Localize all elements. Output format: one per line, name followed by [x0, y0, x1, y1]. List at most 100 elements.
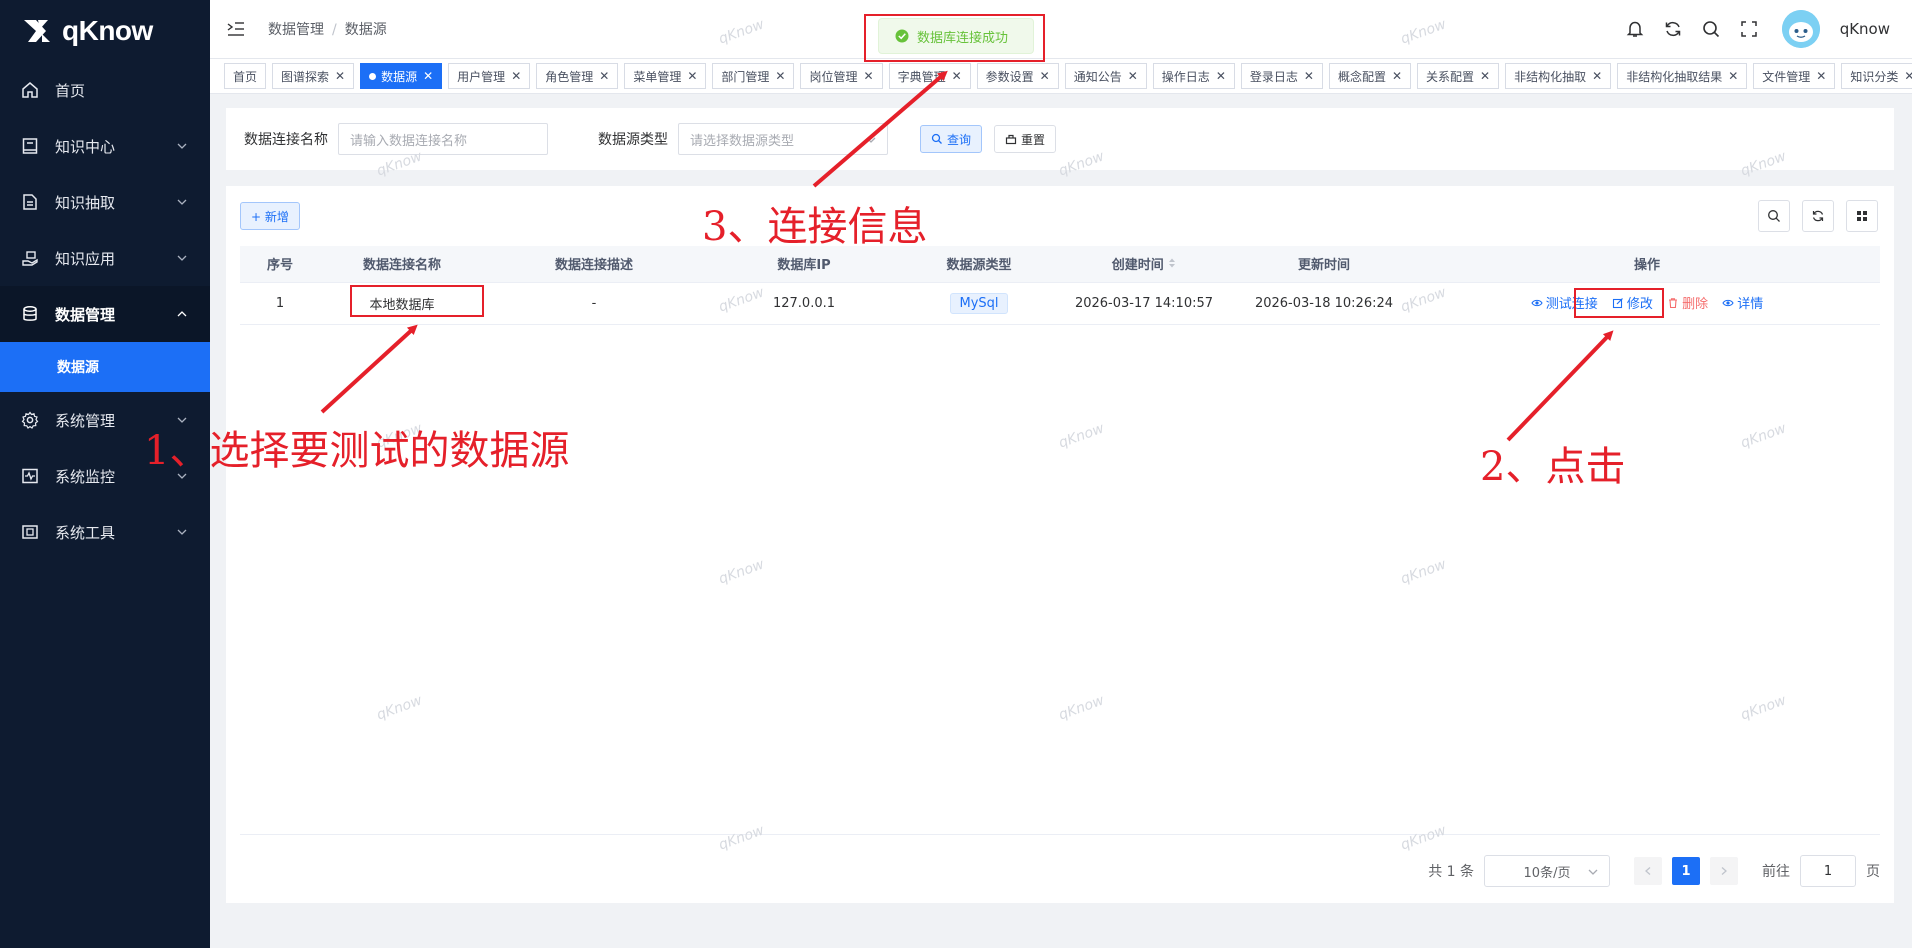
close-icon[interactable]: ✕	[1216, 69, 1226, 83]
tab-tag[interactable]: 用户管理 ✕	[448, 63, 531, 89]
sidebar-item-home[interactable]: 首页	[0, 62, 210, 118]
delete-link[interactable]: 删除	[1667, 293, 1708, 312]
close-icon[interactable]: ✕	[335, 69, 345, 83]
breadcrumb-item[interactable]: 数据管理	[268, 22, 324, 38]
table-bottom-divider	[240, 834, 1880, 835]
column-header-sortable[interactable]: 创建时间	[1054, 246, 1234, 283]
detail-link[interactable]: 详情	[1722, 293, 1763, 312]
tab-tag[interactable]: 非结构化抽取结果 ✕	[1617, 63, 1748, 89]
tab-tag[interactable]: 文件管理 ✕	[1753, 63, 1836, 89]
column-header: 数据连接名称	[320, 246, 484, 283]
cell-type: MySql	[904, 282, 1054, 325]
add-button[interactable]: + 新增	[240, 202, 300, 230]
close-icon[interactable]: ✕	[1304, 69, 1314, 83]
column-header-label: 创建时间	[1111, 258, 1164, 274]
close-icon[interactable]: ✕	[1592, 69, 1602, 83]
tab-tag[interactable]: 字典管理 ✕	[888, 63, 971, 89]
sidebar-item-label: 知识应用	[55, 249, 116, 268]
tab-tag[interactable]: 菜单管理 ✕	[624, 63, 707, 89]
name-filter-input[interactable]: 请输入数据连接名称	[338, 123, 548, 155]
chevron-right-icon	[1721, 867, 1727, 875]
hand-icon	[20, 248, 40, 268]
tab-tag[interactable]: 通知公告 ✕	[1064, 63, 1147, 89]
tab-tag[interactable]: 首页	[224, 63, 267, 89]
close-icon[interactable]: ✕	[952, 69, 962, 83]
sidebar-item-knowledge-extraction[interactable]: 知识抽取	[0, 174, 210, 230]
refresh-table-button[interactable]	[1802, 200, 1834, 232]
bell-icon[interactable]	[1624, 18, 1646, 40]
type-filter-select[interactable]: 请选择数据源类型	[678, 123, 888, 155]
tab-tag-label: 非结构化抽取结果	[1626, 69, 1723, 84]
toggle-search-button[interactable]	[1758, 200, 1790, 232]
close-icon[interactable]: ✕	[775, 69, 785, 83]
tab-tag[interactable]: 登录日志 ✕	[1240, 63, 1323, 89]
sidebar-item-knowledge-application[interactable]: 知识应用	[0, 230, 210, 286]
reset-button-label: 重置	[1021, 132, 1046, 147]
columns-toggle-button[interactable]	[1846, 200, 1878, 232]
username[interactable]: qKnow	[1840, 20, 1890, 38]
sidebar-item-system-tools[interactable]: 系统工具	[0, 504, 210, 560]
sidebar-item-label: 数据管理	[55, 305, 116, 324]
collapse-menu-icon[interactable]	[226, 19, 246, 39]
sidebar-subitem-datasource[interactable]: 数据源	[0, 342, 210, 392]
close-icon[interactable]: ✕	[1392, 69, 1402, 83]
close-icon[interactable]: ✕	[423, 69, 433, 83]
fullscreen-icon[interactable]	[1738, 18, 1760, 40]
search-icon[interactable]	[1700, 18, 1722, 40]
goto-page-input[interactable]: 1	[1800, 855, 1856, 887]
tab-tag[interactable]: 图谱探索 ✕	[272, 63, 355, 89]
sidebar-menu: 首页 知识中心 知识抽取 知识应用 数据管理 数据源 系统管理 系统监控 系统工…	[0, 62, 210, 560]
chevron-down-icon	[177, 255, 187, 261]
close-icon[interactable]: ✕	[1728, 69, 1738, 83]
page-number-button[interactable]: 1	[1672, 857, 1700, 885]
book-icon	[20, 136, 40, 156]
close-icon[interactable]: ✕	[687, 69, 697, 83]
pagination-total: 共 1 条	[1428, 864, 1474, 880]
sort-icon[interactable]	[1168, 257, 1176, 269]
search-icon	[1768, 210, 1780, 222]
sidebar-item-label: 系统管理	[55, 411, 116, 430]
sidebar-item-data-management[interactable]: 数据管理	[0, 286, 210, 342]
user-avatar[interactable]	[1781, 10, 1820, 48]
close-icon[interactable]: ✕	[1040, 69, 1050, 83]
tab-tag[interactable]: 概念配置 ✕	[1328, 63, 1412, 89]
tab-tag[interactable]: 知识分类 ✕	[1841, 63, 1912, 89]
query-button[interactable]: 查询	[920, 125, 983, 153]
tab-tag[interactable]: 参数设置 ✕	[976, 63, 1059, 89]
app-logo[interactable]: qKnow	[0, 0, 210, 62]
tab-tag[interactable]: 角色管理 ✕	[536, 63, 619, 89]
close-icon[interactable]: ✕	[511, 69, 521, 83]
close-icon[interactable]: ✕	[1480, 69, 1490, 83]
close-icon[interactable]: ✕	[864, 69, 874, 83]
page-size-select[interactable]: 10条/页	[1484, 855, 1610, 887]
search-icon	[931, 133, 942, 144]
close-icon[interactable]: ✕	[1816, 69, 1826, 83]
monitor-icon	[20, 466, 40, 486]
tab-tag[interactable]: 数据源 ✕	[360, 63, 443, 89]
annotation-box-row-name	[350, 285, 484, 317]
tab-tag[interactable]: 操作日志 ✕	[1152, 63, 1235, 89]
logo-mark-icon	[24, 20, 50, 42]
detail-label: 详情	[1737, 297, 1764, 313]
tab-tag[interactable]: 岗位管理 ✕	[800, 63, 883, 89]
pagination: 共 1 条 10条/页 1 前往 1 页	[1428, 855, 1880, 887]
reset-button[interactable]: 重置	[994, 125, 1057, 153]
close-icon[interactable]: ✕	[599, 69, 609, 83]
close-icon[interactable]: ✕	[1904, 69, 1912, 83]
tab-tag-label: 知识分类	[1850, 69, 1899, 84]
tab-tag[interactable]: 非结构化抽取 ✕	[1505, 63, 1612, 89]
name-filter-placeholder: 请输入数据连接名称	[350, 133, 468, 149]
annotation-step3: 3、连接信息	[702, 204, 928, 250]
chevron-down-icon	[866, 137, 876, 143]
prev-page-button[interactable]	[1634, 857, 1662, 885]
refresh-icon[interactable]	[1662, 18, 1684, 40]
next-page-button[interactable]	[1710, 857, 1738, 885]
chevron-down-icon	[177, 143, 187, 149]
tab-tag[interactable]: 部门管理 ✕	[712, 63, 795, 89]
tab-tag[interactable]: 关系配置 ✕	[1417, 63, 1500, 89]
cell-updated: 2026-03-18 10:26:24	[1234, 282, 1414, 325]
page-size-value: 10条/页	[1523, 865, 1571, 881]
reset-icon	[1005, 134, 1017, 145]
close-icon[interactable]: ✕	[1128, 69, 1138, 83]
sidebar-item-knowledge-center[interactable]: 知识中心	[0, 118, 210, 174]
